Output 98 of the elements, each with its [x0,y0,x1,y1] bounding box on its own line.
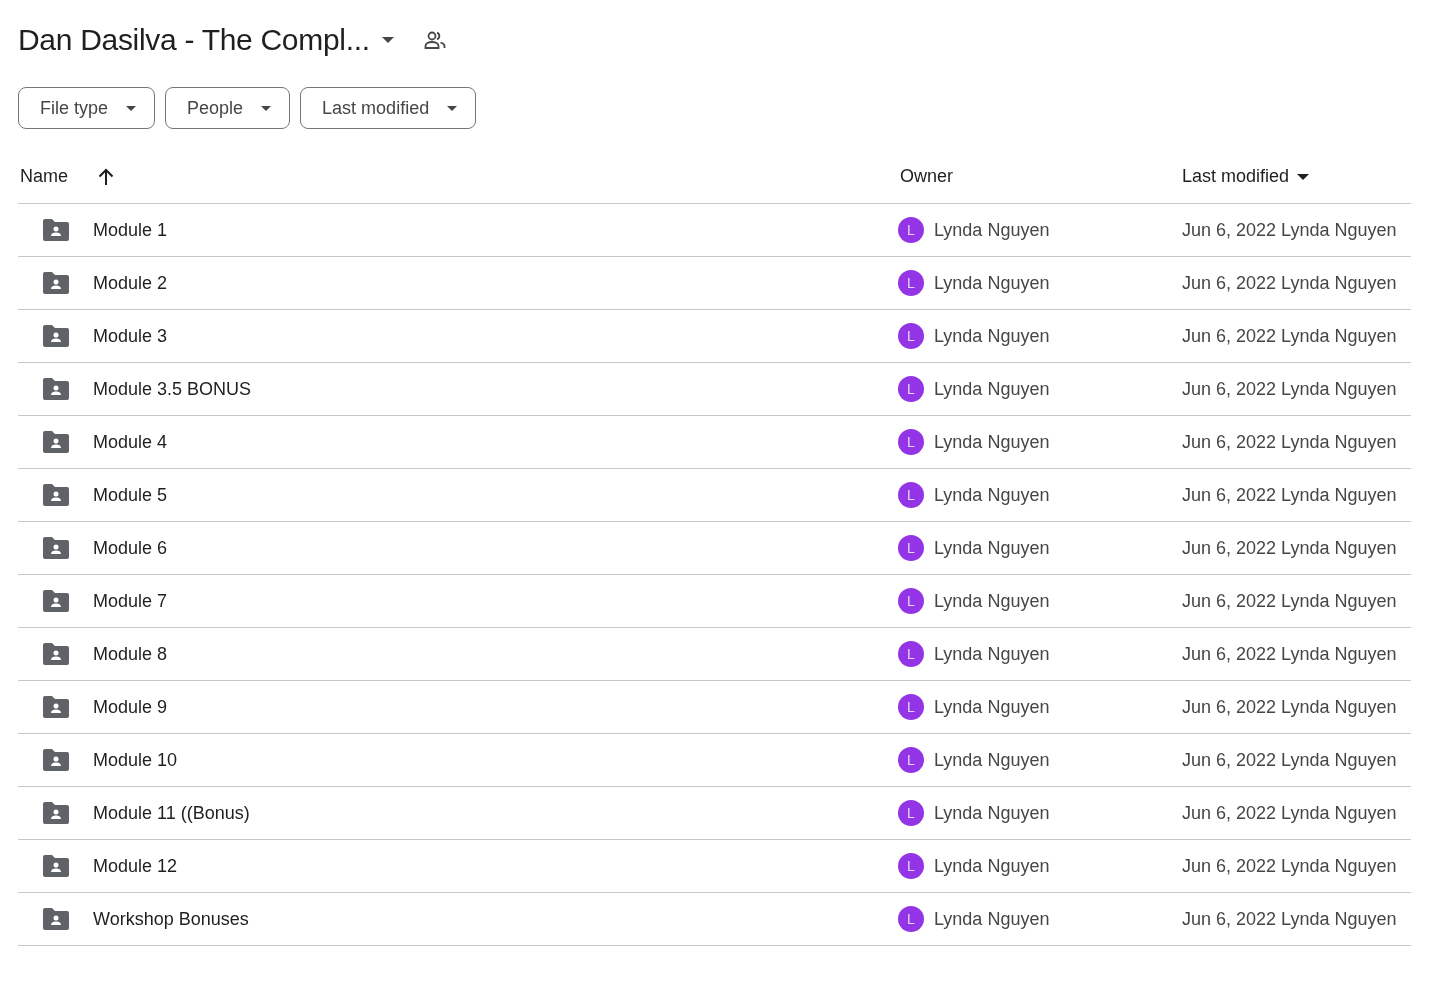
caret-icon [261,105,272,111]
shared-folder-icon [43,537,69,559]
owner-avatar: L [898,800,924,826]
modified-date: Jun 6, 2022 [1182,643,1277,665]
file-name[interactable]: Module 2 [93,272,168,294]
owner-avatar: L [898,853,924,879]
shared-folder-icon [43,855,69,877]
owner-avatar: L [898,217,924,243]
modified-by: Lynda Nguyen [1281,802,1397,824]
file-name[interactable]: Module 3 [93,325,168,347]
filter-chip[interactable]: Last modified [300,87,477,129]
modified-by: Lynda Nguyen [1281,378,1397,400]
file-name[interactable]: Module 6 [93,537,168,559]
owner-name: Lynda Nguyen [934,537,1050,559]
shared-folder-icon [43,908,69,930]
column-header[interactable]: Last modified [1182,166,1290,187]
owner-name: Lynda Nguyen [934,325,1050,347]
owner-name: Lynda Nguyen [934,431,1050,453]
owner-name: Lynda Nguyen [934,484,1050,506]
file-name[interactable]: Workshop Bonuses [93,908,249,930]
modified-date: Jun 6, 2022 [1182,590,1277,612]
shared-folder-icon [43,219,69,241]
modified-date: Jun 6, 2022 [1182,749,1277,771]
modified-by: Lynda Nguyen [1281,431,1397,453]
modified-date: Jun 6, 2022 [1182,908,1277,930]
owner-name: Lynda Nguyen [934,590,1050,612]
owner-avatar: L [898,376,924,402]
modified-date: Jun 6, 2022 [1182,431,1277,453]
file-name[interactable]: Module 10 [93,749,178,771]
modified-date: Jun 6, 2022 [1182,484,1277,506]
modified-by: Lynda Nguyen [1281,325,1397,347]
shared-folder-icon [43,643,69,665]
file-name[interactable]: Module 7 [93,590,168,612]
file-name[interactable]: Module 5 [93,484,168,506]
modified-date: Jun 6, 2022 [1182,325,1277,347]
file-name[interactable]: Module 3.5 BONUS [93,378,252,400]
owner-avatar: L [898,641,924,667]
sort-arrow-up-icon[interactable] [98,167,114,186]
owner-name: Lynda Nguyen [934,855,1050,877]
column-header[interactable]: Name [20,166,68,187]
modified-date: Jun 6, 2022 [1182,272,1277,294]
owner-avatar: L [898,906,924,932]
owner-avatar: L [898,747,924,773]
modified-by: Lynda Nguyen [1281,749,1397,771]
caret-icon [126,105,137,111]
modified-by: Lynda Nguyen [1281,696,1397,718]
modified-by: Lynda Nguyen [1281,908,1397,930]
owner-avatar: L [898,535,924,561]
caret-icon [447,105,458,111]
modified-by: Lynda Nguyen [1281,219,1397,241]
owner-avatar: L [898,270,924,296]
shared-folder-icon [43,749,69,771]
owner-name: Lynda Nguyen [934,219,1050,241]
filter-chip[interactable]: File type [18,87,156,129]
file-name[interactable]: Module 1 [93,219,168,241]
owner-avatar: L [898,694,924,720]
column-header[interactable]: Owner [900,166,953,187]
owner-name: Lynda Nguyen [934,908,1050,930]
modified-date: Jun 6, 2022 [1182,696,1277,718]
shared-folder-icon [43,431,69,453]
modified-date: Jun 6, 2022 [1182,855,1277,877]
shared-folder-icon [43,325,69,347]
owner-name: Lynda Nguyen [934,749,1050,771]
modified-date: Jun 6, 2022 [1182,378,1277,400]
owner-name: Lynda Nguyen [934,696,1050,718]
file-name[interactable]: Module 12 [93,855,178,877]
owner-name: Lynda Nguyen [934,272,1050,294]
shared-folder-icon [43,272,69,294]
modified-date: Jun 6, 2022 [1182,802,1277,824]
shared-folder-icon [43,802,69,824]
owner-name: Lynda Nguyen [934,802,1050,824]
owner-avatar: L [898,482,924,508]
file-name[interactable]: Module 9 [93,696,168,718]
file-name[interactable]: Module 11 ((Bonus) [93,802,250,824]
owner-avatar: L [898,429,924,455]
file-name[interactable]: Module 8 [93,643,168,665]
shared-folder-icon [43,590,69,612]
owner-name: Lynda Nguyen [934,378,1050,400]
modified-by: Lynda Nguyen [1281,272,1397,294]
caret-icon [1297,173,1310,180]
file-name[interactable]: Module 4 [93,431,168,453]
shared-folder-icon [43,484,69,506]
modified-date: Jun 6, 2022 [1182,537,1277,559]
people-icon [423,30,446,50]
modified-by: Lynda Nguyen [1281,643,1397,665]
modified-by: Lynda Nguyen [1281,590,1397,612]
filter-chip[interactable]: People [165,87,291,129]
modified-by: Lynda Nguyen [1281,855,1397,877]
owner-name: Lynda Nguyen [934,643,1050,665]
folder-title[interactable]: Dan Dasilva - The Compl... [18,23,370,57]
modified-date: Jun 6, 2022 [1182,219,1277,241]
shared-folder-icon [43,696,69,718]
caret-icon [381,37,394,43]
modified-by: Lynda Nguyen [1281,537,1397,559]
owner-avatar: L [898,323,924,349]
owner-avatar: L [898,588,924,614]
modified-by: Lynda Nguyen [1281,484,1397,506]
shared-folder-icon [43,378,69,400]
